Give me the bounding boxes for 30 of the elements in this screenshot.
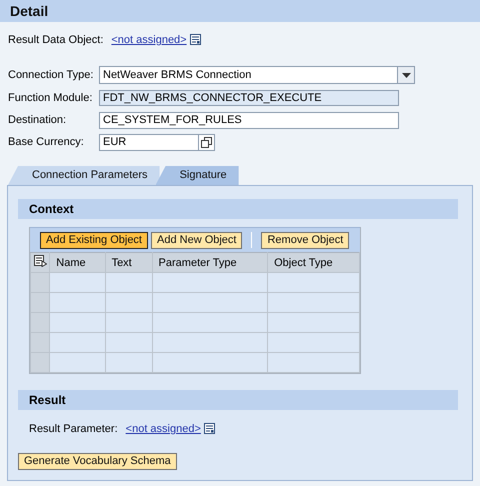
readonly-field: FDT_NW_BRMS_CONNECTOR_EXECUTE xyxy=(99,90,399,106)
input-field[interactable]: CE_SYSTEM_FOR_RULES xyxy=(99,112,399,128)
column-header: Text xyxy=(105,252,152,272)
field-label: Connection Type: xyxy=(8,69,94,81)
dropdown-arrow-icon[interactable] xyxy=(402,72,410,78)
panel-title: Detail xyxy=(0,0,480,22)
field-label: Destination: xyxy=(8,114,68,126)
toolbar-button[interactable]: Remove Object xyxy=(261,232,350,248)
section-header: Result xyxy=(18,390,458,410)
field-label: Result Parameter: xyxy=(29,423,118,435)
input-field[interactable]: EUR xyxy=(99,134,215,150)
value-help-icon[interactable] xyxy=(190,34,201,45)
toolbar-button[interactable]: Add New Object xyxy=(151,232,242,248)
column-header: Object Type xyxy=(268,252,360,272)
value-help-icon[interactable] xyxy=(201,136,212,148)
column-header: Name xyxy=(50,252,106,272)
field-label: Base Currency: xyxy=(8,136,85,148)
generate-button[interactable]: Generate Vocabulary Schema xyxy=(18,453,177,470)
dropdown-field[interactable]: NetWeaver BRMS Connection xyxy=(99,66,415,84)
toolbar-button[interactable]: Add Existing Object xyxy=(40,232,148,248)
column-header: Parameter Type xyxy=(152,252,268,272)
value-help-icon[interactable] xyxy=(204,423,215,434)
tab[interactable]: Signature xyxy=(156,166,239,185)
field-label: Result Data Object: xyxy=(8,34,104,46)
not-assigned-link[interactable]: <not assigned> xyxy=(126,423,201,435)
table-settings-icon[interactable] xyxy=(34,255,47,267)
tab[interactable]: Connection Parameters xyxy=(8,166,160,185)
section-header: Context xyxy=(18,199,458,219)
not-assigned-link[interactable]: <not assigned> xyxy=(111,34,187,46)
field-label: Function Module: xyxy=(8,92,94,104)
